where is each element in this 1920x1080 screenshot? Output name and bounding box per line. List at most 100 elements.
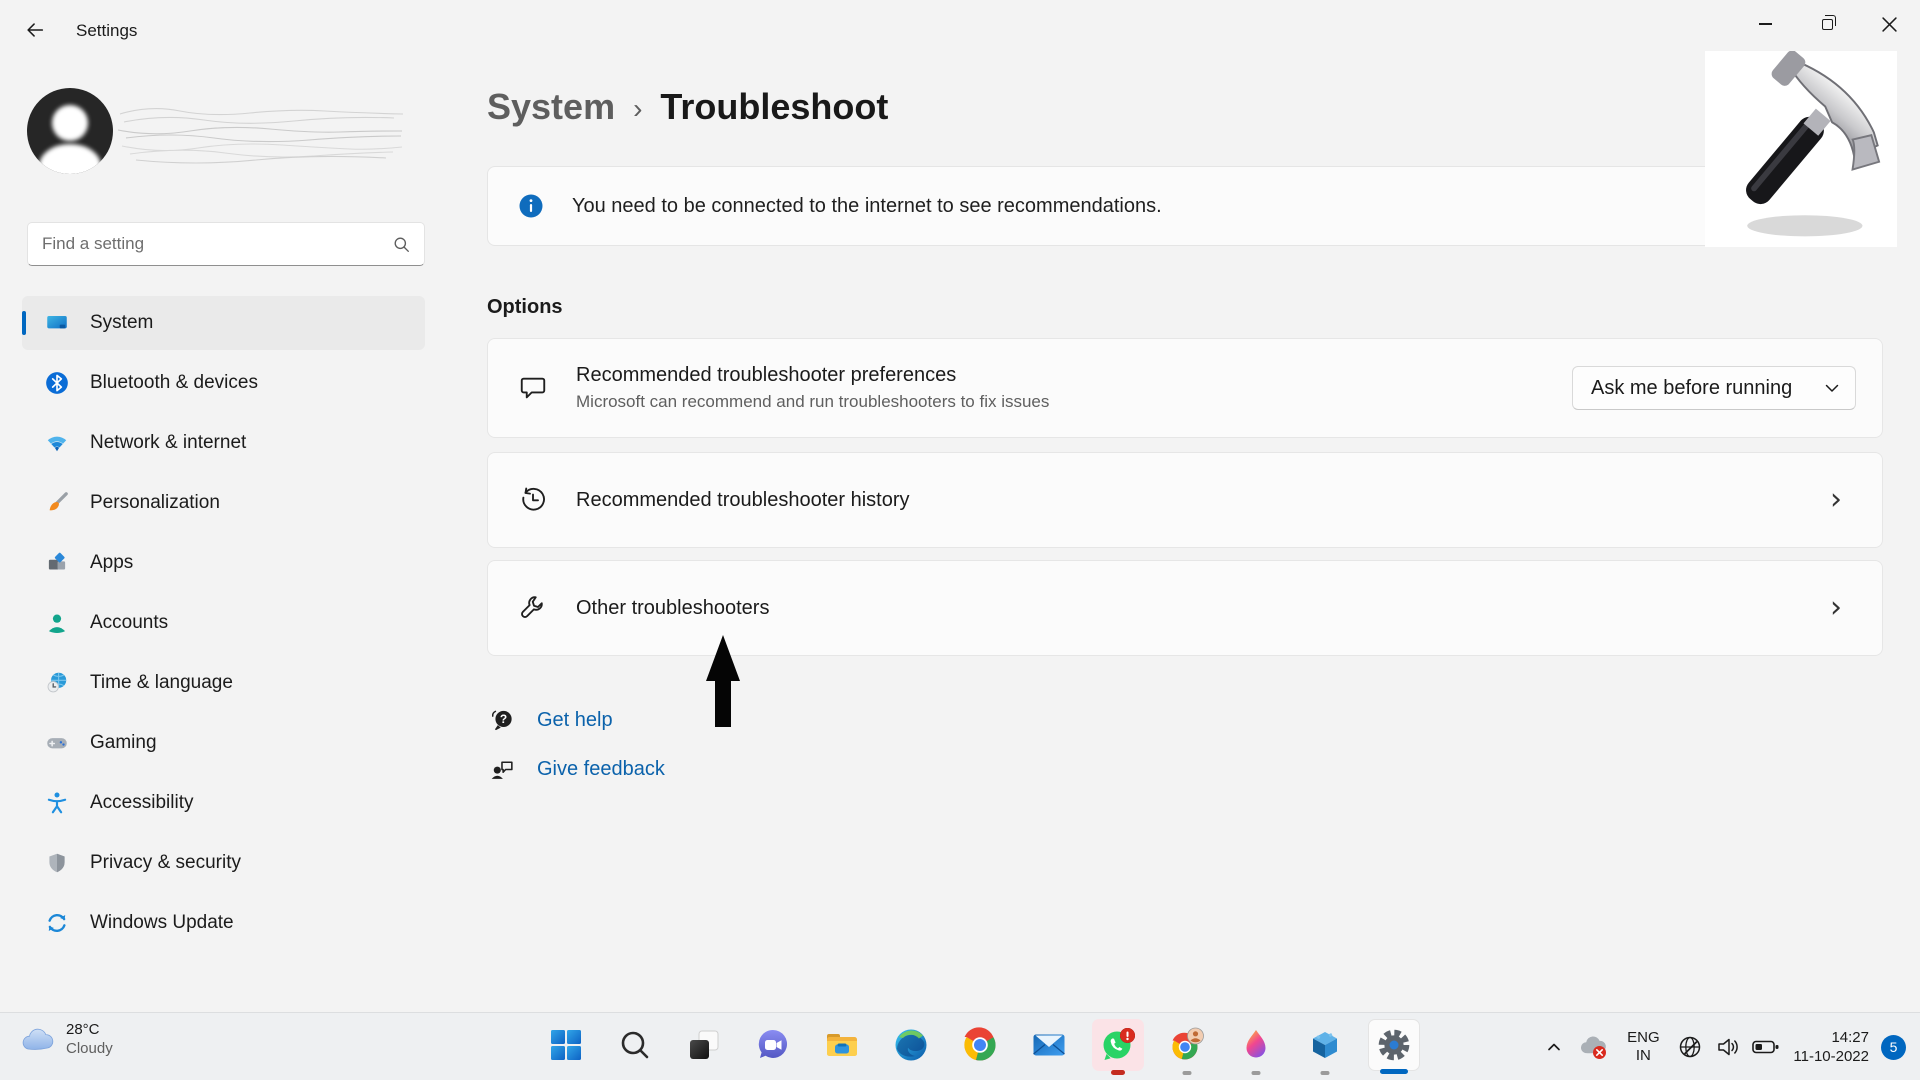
sidebar-item-label: Time & language — [90, 672, 233, 694]
back-button[interactable] — [14, 10, 56, 50]
dropdown-value: Ask me before running — [1591, 377, 1792, 400]
sidebar-item-label: Accessibility — [90, 792, 193, 814]
tray-date: 11-10-2022 — [1793, 1048, 1869, 1065]
get-help-icon: ? — [487, 707, 517, 734]
sidebar-item-label: Apps — [90, 552, 133, 574]
taskbar-weather-widget[interactable]: 28°C Cloudy — [18, 1021, 113, 1059]
sidebar-item-windows-update[interactable]: Windows Update — [22, 896, 425, 950]
sidebar-item-privacy-security[interactable]: Privacy & security — [22, 836, 425, 890]
sidebar-item-accessibility[interactable]: Accessibility — [22, 776, 425, 830]
accessibility-icon — [44, 790, 70, 816]
help-links: ? Get help Give feedback — [487, 700, 665, 798]
settings-active-indicator — [1380, 1069, 1408, 1074]
breadcrumb-parent[interactable]: System — [487, 86, 615, 128]
search-input[interactable] — [28, 234, 393, 254]
paint-open-indicator — [1252, 1071, 1261, 1075]
sidebar-item-label: Gaming — [90, 732, 157, 754]
task-view-button[interactable] — [678, 1019, 730, 1071]
start-button[interactable] — [540, 1019, 592, 1071]
start-icon — [550, 1029, 582, 1061]
sidebar-item-system[interactable]: System — [22, 296, 425, 350]
sidebar-item-accounts[interactable]: Accounts — [22, 596, 425, 650]
network-icon — [44, 430, 70, 456]
sidebar-item-gaming[interactable]: Gaming — [22, 716, 425, 770]
banner-text: You need to be connected to the internet… — [572, 195, 1162, 218]
system-icon — [44, 310, 70, 336]
hammer-image — [1705, 51, 1897, 247]
mail-button[interactable] — [1023, 1019, 1075, 1071]
volume-icon[interactable] — [1709, 1034, 1747, 1060]
avatar[interactable] — [27, 88, 113, 174]
cloud-icon — [18, 1025, 56, 1055]
card-title: Recommended troubleshooter history — [576, 489, 910, 512]
close-icon — [1882, 17, 1897, 32]
selected-accent-pill — [22, 311, 26, 335]
sidebar-item-label: Privacy & security — [90, 852, 241, 874]
tray-time: 14:27 — [1831, 1029, 1869, 1046]
card-recommended-troubleshooter-history[interactable]: Recommended troubleshooter history › — [487, 452, 1883, 548]
taskbar-apps — [540, 1019, 1420, 1071]
notification-count-badge[interactable]: 5 — [1881, 1035, 1906, 1060]
feedback-icon — [487, 756, 517, 783]
whatsapp-button[interactable] — [1092, 1019, 1144, 1071]
weather-condition: Cloudy — [66, 1040, 113, 1059]
no-internet-icon[interactable] — [1671, 1034, 1709, 1060]
sidebar-item-bluetooth-devices[interactable]: Bluetooth & devices — [22, 356, 425, 410]
sidebar-item-apps[interactable]: Apps — [22, 536, 425, 590]
file-explorer-icon — [824, 1027, 860, 1063]
sidebar-item-label: Accounts — [90, 612, 168, 634]
windows-update-icon — [44, 910, 70, 936]
window-controls — [1734, 0, 1920, 48]
chat-button[interactable] — [747, 1019, 799, 1071]
whatsapp-icon — [1100, 1027, 1136, 1063]
close-button[interactable] — [1858, 0, 1920, 48]
edge-icon — [893, 1027, 929, 1063]
settings-window: Settings — [0, 0, 1920, 1080]
chevron-down-icon — [1825, 384, 1839, 393]
paint-icon — [1239, 1028, 1273, 1062]
chrome-profile-icon — [1169, 1027, 1205, 1063]
sidebar-item-label: System — [90, 312, 153, 334]
titlebar: Settings — [0, 0, 1920, 60]
accounts-icon — [44, 610, 70, 636]
minimize-icon — [1759, 23, 1772, 25]
battery-icon[interactable] — [1747, 1034, 1785, 1060]
troubleshooter-preference-dropdown[interactable]: Ask me before running — [1572, 366, 1856, 410]
taskbar: 28°C Cloudy — [0, 1012, 1920, 1080]
restore-button[interactable] — [1796, 0, 1858, 48]
chat-icon — [755, 1027, 791, 1063]
card-title: Other troubleshooters — [576, 597, 769, 620]
back-arrow-icon — [24, 19, 46, 41]
card-title: Recommended troubleshooter preferences — [576, 364, 1049, 387]
chrome-profile-button[interactable] — [1161, 1019, 1213, 1071]
sidebar-item-network-internet[interactable]: Network & internet — [22, 416, 425, 470]
taskbar-search-button[interactable] — [609, 1019, 661, 1071]
minimize-button[interactable] — [1734, 0, 1796, 48]
language-line2: IN — [1636, 1047, 1651, 1064]
sidebar-item-time-language[interactable]: Time & language — [22, 656, 425, 710]
sidebar-item-personalization[interactable]: Personalization — [22, 476, 425, 530]
tray-chevron-up-icon[interactable] — [1537, 1038, 1571, 1056]
get-help-link[interactable]: ? Get help — [487, 700, 665, 740]
time-language-icon — [44, 670, 70, 696]
paint-button[interactable] — [1230, 1019, 1282, 1071]
comment-icon — [518, 373, 548, 403]
file-explorer-button[interactable] — [816, 1019, 868, 1071]
get-help-label: Get help — [537, 709, 613, 732]
info-icon — [518, 193, 544, 219]
card-other-troubleshooters[interactable]: Other troubleshooters › — [487, 560, 1883, 656]
language-indicator[interactable]: ENG IN — [1615, 1029, 1671, 1065]
3d-viewer-button[interactable] — [1299, 1019, 1351, 1071]
settings-button[interactable] — [1368, 1019, 1420, 1071]
svg-text:?: ? — [499, 712, 506, 726]
onedrive-error-icon[interactable] — [1571, 1033, 1615, 1061]
3d-viewer-icon — [1308, 1028, 1342, 1062]
give-feedback-link[interactable]: Give feedback — [487, 749, 665, 789]
edge-button[interactable] — [885, 1019, 937, 1071]
clock[interactable]: 14:27 11-10-2022 — [1793, 1028, 1869, 1067]
search-icon[interactable] — [393, 236, 410, 253]
language-line1: ENG — [1627, 1029, 1660, 1046]
chrome-profile-open-indicator — [1183, 1071, 1192, 1075]
breadcrumb: System › Troubleshoot — [487, 86, 888, 128]
chrome-button[interactable] — [954, 1019, 1006, 1071]
